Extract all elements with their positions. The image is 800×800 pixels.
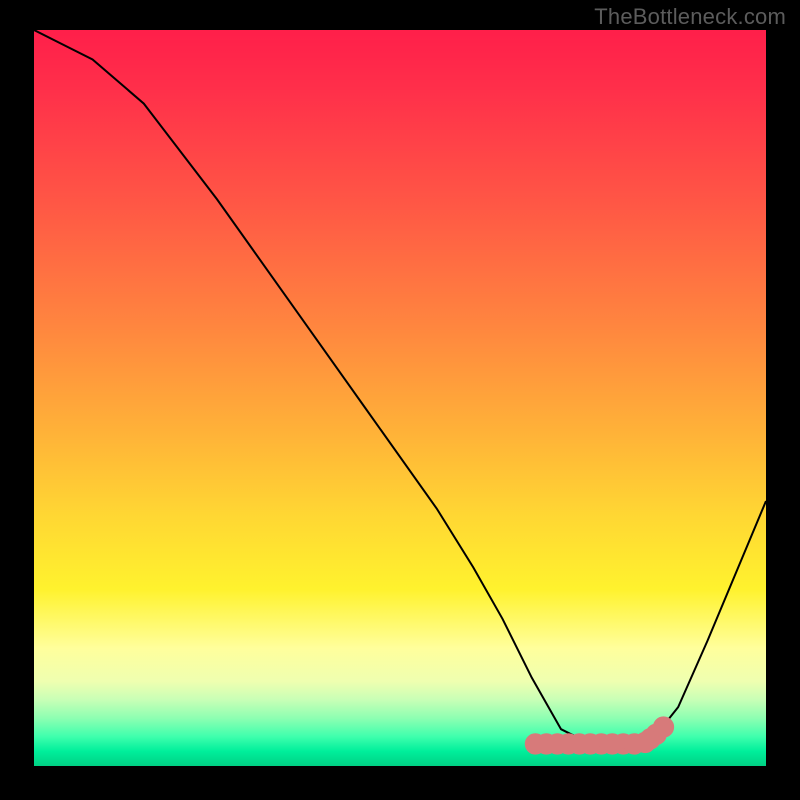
optimal-marker [657,720,671,734]
curve-layer [34,30,766,766]
chart-frame: TheBottleneck.com [0,0,800,800]
optimal-range-markers [528,720,670,751]
attribution-text: TheBottleneck.com [594,4,786,30]
bottleneck-curve [34,30,766,744]
plot-area [34,30,766,766]
